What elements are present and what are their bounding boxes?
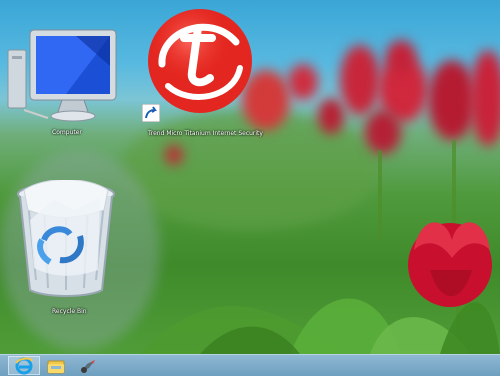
desktop-icon-label: Trend Micro Titanium Internet Security xyxy=(148,130,263,137)
desktop-icon-label: Computer xyxy=(52,129,82,136)
taskbar-button-file-explorer[interactable] xyxy=(40,356,72,375)
tulip-bg xyxy=(318,98,344,134)
desktop-icon-label: Recycle Bin xyxy=(52,308,87,315)
trend-micro-icon xyxy=(148,9,252,113)
tulip-bg xyxy=(470,50,500,146)
tulip-bg xyxy=(386,40,416,74)
recycle-bin-icon xyxy=(17,179,115,297)
desktop-wallpaper: Computer Trend Micro Titanium Internet S… xyxy=(0,0,500,354)
tulip-bg xyxy=(288,64,318,100)
tulip-bg xyxy=(365,110,401,154)
taskbar-button-paint[interactable] xyxy=(72,356,104,375)
file-explorer-icon xyxy=(47,360,65,373)
tulip-bg xyxy=(340,45,380,115)
tulip-foreground xyxy=(408,222,492,307)
internet-explorer-icon xyxy=(15,357,33,374)
desktop-icon-trend-micro[interactable]: Trend Micro Titanium Internet Security xyxy=(140,6,263,138)
shortcut-arrow-icon xyxy=(142,104,160,122)
desktop-icon-computer[interactable]: Computer xyxy=(6,26,118,138)
taskbar-button-internet-explorer[interactable] xyxy=(8,356,40,375)
tulip-bg xyxy=(165,145,183,165)
desktop-icon-recycle-bin[interactable]: Recycle Bin xyxy=(14,179,118,316)
tulip-bg xyxy=(428,60,476,140)
computer-icon xyxy=(7,29,117,122)
taskbar xyxy=(0,354,500,376)
paint-icon xyxy=(81,359,95,373)
